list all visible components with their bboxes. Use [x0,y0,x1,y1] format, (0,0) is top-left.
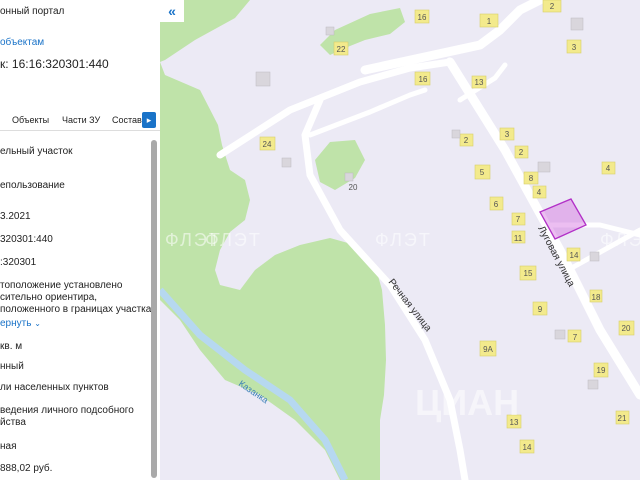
building-label: 7 [573,333,578,342]
building-label: 20 [349,183,358,192]
row-cadastral-value: 888,02 руб. [0,463,53,474]
map-canvas: 2 16 1 22 3 16 13 2 3 24 2 4 5 8 4 20 6 … [160,0,640,480]
row-land-category: ли населенных пунктов [0,382,109,393]
row-status: нный [0,361,24,372]
building-label: 24 [263,140,272,149]
building-label: 1 [487,17,492,26]
building-label: 2 [550,2,555,11]
portal-title: онный портал [0,6,65,17]
building-label: 8 [529,174,534,183]
building-label: 14 [570,251,579,260]
building-label: 5 [480,168,485,177]
row-usage: епользование [0,180,65,191]
building-label: 2 [464,136,469,145]
map-view[interactable]: 2 16 1 22 3 16 13 2 3 24 2 4 5 8 4 20 6 … [160,0,640,480]
building-label: 11 [514,234,523,243]
forest-area [315,140,365,190]
collapse-link[interactable]: ернуть ⌄ [0,318,41,329]
tab-composition[interactable]: Состав [112,115,142,125]
tabs-next-button[interactable]: ▸ [142,112,156,128]
building-label: 9 [538,305,543,314]
building-label: 18 [592,293,601,302]
building-label: 9А [483,345,493,354]
building-label: 6 [494,200,499,209]
back-to-objects-link[interactable]: объектам [0,37,44,48]
building-label: 15 [524,269,533,278]
building-label: 3 [572,43,577,52]
row-address-line2: сительно ориентира, [0,292,98,303]
building-label: 4 [606,164,611,173]
row-category: ельный участок [0,146,73,157]
building-label: 22 [337,45,346,54]
row-area: кв. м [0,341,23,352]
building-label: 2 [519,148,524,157]
building-label: 19 [597,366,606,375]
building-label: 3 [505,130,510,139]
building-label: 13 [475,78,484,87]
row-ownership: ная [0,441,17,452]
building-label: 14 [523,443,532,452]
chevron-down-icon: ⌄ [34,319,41,328]
tab-parcel-parts[interactable]: Части ЗУ [62,115,100,125]
row-address-line3: положенного в границах участка. [0,304,155,315]
cadastral-heading: к: 16:16:320301:440 [0,57,109,71]
watermark: ФЛЭТ [600,230,640,250]
street-label-rechnaya: Речная улица [386,277,434,334]
row-quarter: :320301 [0,257,37,268]
building-label: 20 [622,324,631,333]
collapse-panel-button[interactable]: « [160,0,184,22]
building-label: 4 [537,188,542,197]
watermark: ФЛЭТ [205,230,262,250]
row-date: 3.2021 [0,211,31,222]
panel-scrollbar[interactable] [151,140,157,478]
collapse-link-label: ернуть [0,318,32,329]
building-label: 7 [516,215,521,224]
row-permitted-use-line2: йства [0,417,26,428]
panel-tabs: Объекты Части ЗУ Состав [0,110,160,131]
building-label: 16 [418,13,427,22]
row-address-line1: тоположение установлено [0,280,123,291]
watermark: ФЛЭТ [375,230,432,250]
info-panel: онный портал объектам к: 16:16:320301:44… [0,0,160,480]
building-label: 16 [419,75,428,84]
row-permitted-use-line1: ведения личного подсобного [0,405,134,416]
row-cadastral-number: 320301:440 [0,234,53,245]
tab-objects[interactable]: Объекты [12,115,49,125]
building-label: 21 [618,414,627,423]
watermark-cian: ЦИАН [415,382,519,423]
